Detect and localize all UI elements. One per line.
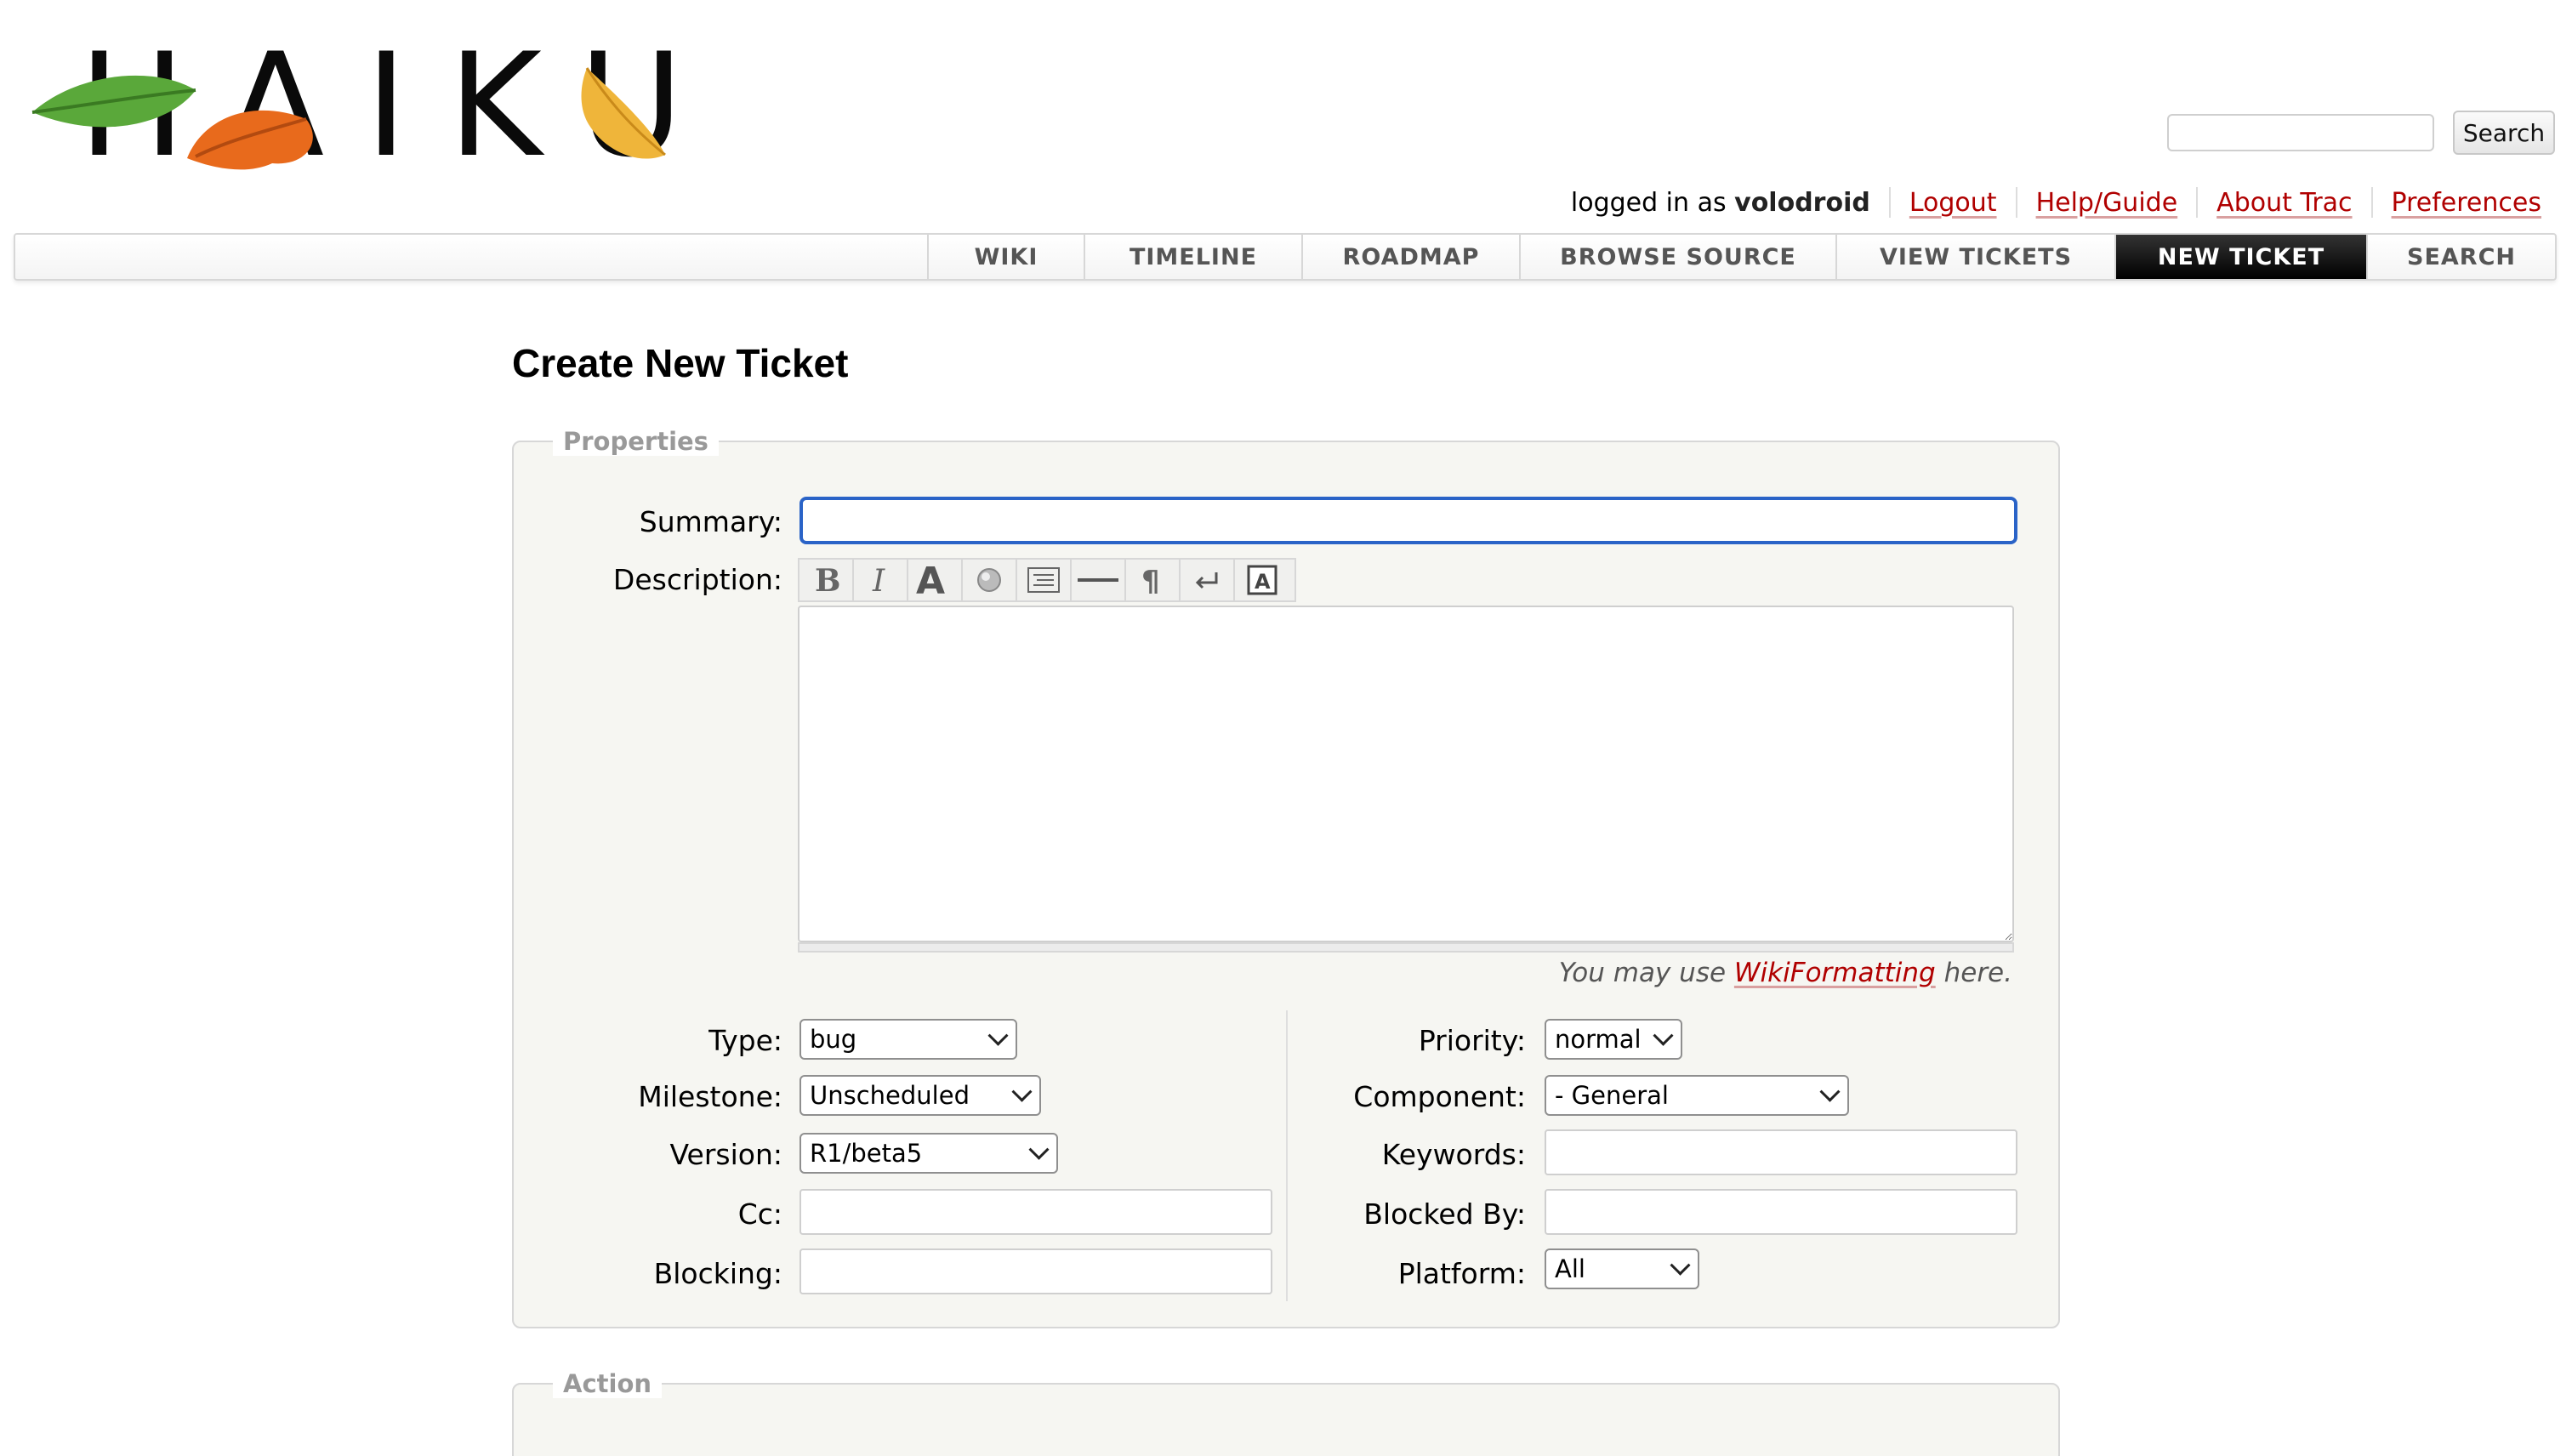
chevron-down-icon — [1653, 1025, 1674, 1046]
textarea-resize-grip[interactable] — [798, 942, 2014, 953]
platform-label: Platform: — [1397, 1257, 1526, 1290]
priority-value: normal — [1555, 1025, 1642, 1054]
version-value: R1/beta5 — [810, 1139, 923, 1168]
logout-link[interactable]: Logout — [1909, 188, 1997, 218]
tab-timeline[interactable]: TIMELINE — [1084, 235, 1301, 279]
action-legend: Action — [553, 1369, 663, 1398]
search-input[interactable] — [2167, 114, 2434, 151]
blocked-by-label: Blocked By: — [1363, 1197, 1526, 1231]
platform-value: All — [1555, 1254, 1585, 1283]
username: volodroid — [1734, 187, 1870, 218]
cc-label: Cc: — [737, 1197, 782, 1231]
version-select[interactable]: R1/beta5 — [799, 1133, 1058, 1174]
cc-input[interactable] — [799, 1189, 1272, 1235]
svg-text:¶: ¶ — [1141, 565, 1160, 596]
keywords-input[interactable] — [1545, 1129, 2017, 1175]
chevron-down-icon — [1011, 1081, 1033, 1102]
separator — [1888, 187, 1891, 218]
component-value: - General — [1555, 1081, 1669, 1110]
blocked-by-input[interactable] — [1545, 1189, 2017, 1235]
chevron-down-icon — [1819, 1081, 1841, 1102]
priority-select[interactable]: normal — [1545, 1019, 1682, 1060]
svg-text:I: I — [872, 564, 885, 596]
version-label: Version: — [669, 1138, 782, 1171]
keywords-label: Keywords: — [1381, 1138, 1526, 1171]
italic-icon[interactable]: I — [854, 560, 908, 600]
chevron-down-icon — [1028, 1139, 1050, 1160]
horizontal-rule-icon[interactable] — [1072, 560, 1126, 600]
type-select[interactable]: bug — [799, 1019, 1017, 1060]
wiki-formatting-link[interactable]: WikiFormatting — [1734, 958, 1936, 988]
properties-legend: Properties — [553, 427, 719, 456]
separator — [2370, 187, 2373, 218]
bold-icon[interactable]: B — [799, 560, 854, 600]
link-icon[interactable] — [963, 560, 1017, 600]
milestone-label: Milestone: — [638, 1080, 782, 1113]
page-title: Create New Ticket — [512, 341, 849, 385]
main-nav: WIKI TIMELINE ROADMAP BROWSE SOURCE VIEW… — [14, 233, 2557, 281]
preferences-link[interactable]: Preferences — [2392, 188, 2541, 218]
line-break-icon[interactable] — [1181, 560, 1235, 600]
svg-text:A: A — [916, 563, 945, 597]
help-guide-link[interactable]: Help/Guide — [2036, 188, 2178, 218]
about-trac-link[interactable]: About Trac — [2216, 188, 2352, 218]
tab-search[interactable]: SEARCH — [2366, 235, 2555, 279]
blocking-label: Blocking: — [653, 1257, 782, 1290]
action-fieldset — [512, 1383, 2060, 1456]
tab-roadmap[interactable]: ROADMAP — [1301, 235, 1519, 279]
separator — [2196, 187, 2199, 218]
login-prefix: logged in as — [1570, 187, 1727, 218]
tab-wiki[interactable]: WIKI — [927, 235, 1084, 279]
milestone-value: Unscheduled — [810, 1081, 970, 1110]
tab-view-tickets[interactable]: VIEW TICKETS — [1835, 235, 2114, 279]
description-textarea[interactable] — [798, 606, 2014, 942]
type-label: Type: — [708, 1024, 782, 1057]
description-label: Description: — [612, 563, 782, 596]
chevron-down-icon — [1670, 1254, 1691, 1276]
svg-text:B: B — [815, 564, 840, 596]
haiku-logo[interactable]: HAIKU — [26, 31, 672, 184]
wiki-hint-suffix: here. — [1943, 958, 2012, 988]
summary-label: Summary: — [639, 505, 782, 538]
search-button[interactable]: Search — [2453, 111, 2555, 155]
platform-select[interactable]: All — [1545, 1248, 1699, 1289]
component-select[interactable]: - General — [1545, 1075, 1849, 1116]
heading-icon[interactable]: A — [908, 560, 963, 600]
type-value: bug — [810, 1025, 857, 1054]
paragraph-icon[interactable]: ¶ — [1126, 560, 1181, 600]
wiki-hint-prefix: You may use — [1558, 958, 1727, 988]
chevron-down-icon — [987, 1025, 1009, 1046]
separator — [2015, 187, 2017, 218]
wiki-formatting-hint: You may use WikiFormatting here. — [1559, 958, 2012, 988]
wiki-toolbar: B I A ¶ A — [798, 558, 1296, 602]
image-icon[interactable]: A — [1235, 560, 1289, 600]
tab-browse-source[interactable]: BROWSE SOURCE — [1519, 235, 1835, 279]
summary-input[interactable] — [799, 497, 2017, 544]
page: HAIKU Search logged in as volodroid Logo… — [0, 0, 2572, 1456]
login-status: logged in as volodroid — [1571, 188, 1870, 218]
tab-new-ticket[interactable]: NEW TICKET — [2114, 235, 2366, 279]
svg-text:A: A — [1255, 570, 1271, 594]
meta-nav: logged in as volodroid Logout Help/Guide… — [1571, 185, 2541, 219]
column-divider — [1286, 1010, 1288, 1301]
blocking-input[interactable] — [799, 1248, 1272, 1294]
code-block-icon[interactable] — [1017, 560, 1072, 600]
component-label: Component: — [1353, 1080, 1526, 1113]
milestone-select[interactable]: Unscheduled — [799, 1075, 1041, 1116]
priority-label: Priority: — [1418, 1024, 1526, 1057]
